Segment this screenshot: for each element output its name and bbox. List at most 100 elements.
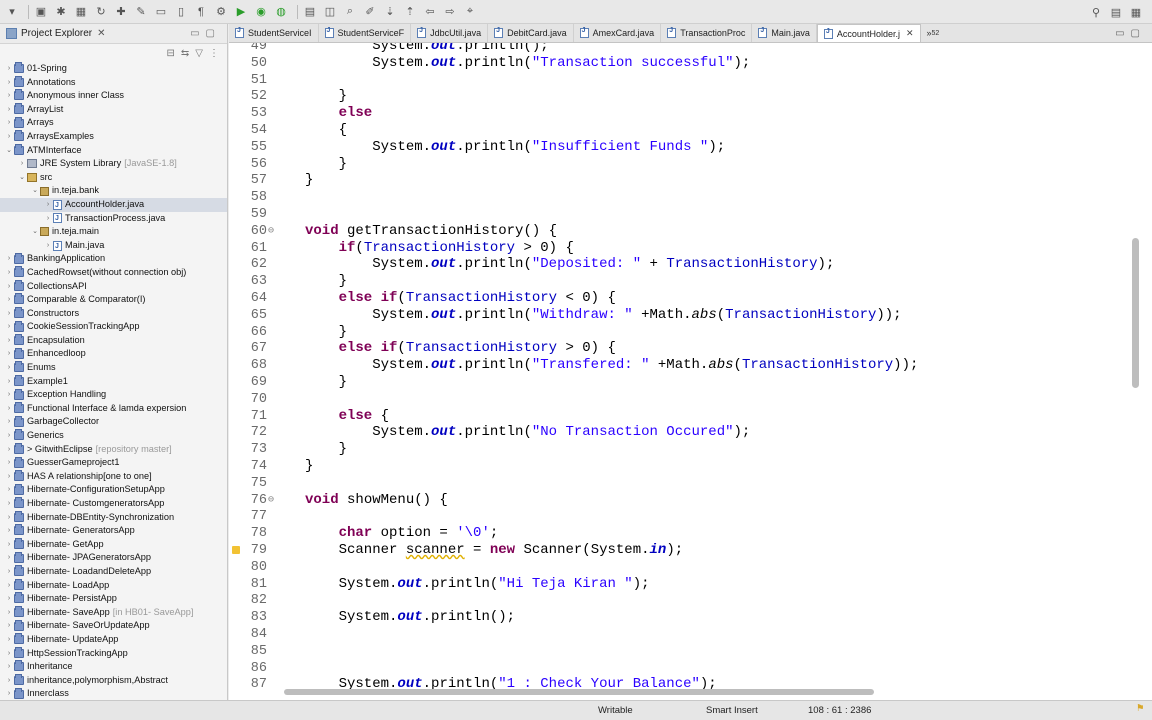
chevron-right-icon[interactable]: › <box>4 266 14 280</box>
tree-item[interactable]: › GarbageCollector <box>0 415 227 429</box>
view-window-controls[interactable]: ▭▢ <box>190 28 221 39</box>
tree-item[interactable]: › Hibernate- LoadandDeleteApp <box>0 565 227 579</box>
chevron-right-icon[interactable]: › <box>4 62 14 76</box>
code-line[interactable]: 70 <box>229 391 1129 408</box>
fold-toggle-icon[interactable]: ⊖ <box>268 223 274 240</box>
code-line[interactable]: 79 Scanner scanner = new Scanner(System.… <box>229 542 1129 559</box>
java-perspective-icon[interactable]: ▦ <box>1128 4 1144 20</box>
code-line[interactable]: 64 else if(TransactionHistory < 0) { <box>229 290 1129 307</box>
code-line[interactable]: 82 <box>229 592 1129 609</box>
debug-icon[interactable]: ✚ <box>113 4 129 20</box>
perspective-icon[interactable]: ▤ <box>1108 4 1124 20</box>
chevron-right-icon[interactable]: › <box>4 470 14 484</box>
tree-item[interactable]: › inheritance,polymorphism,Abstract <box>0 674 227 688</box>
chevron-right-icon[interactable]: › <box>4 633 14 647</box>
chevron-right-icon[interactable]: › <box>4 443 14 457</box>
tree-item[interactable]: › 01-Spring <box>0 62 227 76</box>
code-line[interactable]: 83 System.out.println(); <box>229 609 1129 626</box>
chevron-right-icon[interactable]: › <box>4 76 14 90</box>
chevron-right-icon[interactable]: › <box>4 307 14 321</box>
code-line[interactable]: 86 <box>229 660 1129 677</box>
chevron-right-icon[interactable]: › <box>43 198 53 212</box>
tree-item[interactable]: › Anonymous inner Class <box>0 89 227 103</box>
code-line[interactable]: 49 System.out.println(); <box>229 43 1129 55</box>
tree-item[interactable]: › AccountHolder.java <box>0 197 227 212</box>
code-line[interactable]: 62 System.out.println("Deposited: " + Tr… <box>229 256 1129 273</box>
code-line[interactable]: 65 System.out.println("Withdraw: " +Math… <box>229 307 1129 324</box>
menu-icon[interactable]: ▾ <box>4 4 20 20</box>
code-line[interactable]: 69 } <box>229 374 1129 391</box>
fold-toggle-icon[interactable]: ⊖ <box>268 492 274 509</box>
editor-tab[interactable]: TransactionProc <box>661 24 753 42</box>
chevron-right-icon[interactable]: › <box>4 252 14 266</box>
filter-icon[interactable]: ▽ <box>195 48 203 59</box>
run-icon[interactable]: ▶ <box>233 4 249 20</box>
chevron-right-icon[interactable]: › <box>4 660 14 674</box>
tree-item[interactable]: › Enhancedloop <box>0 347 227 361</box>
chevron-down-icon[interactable]: ⌄ <box>17 171 27 185</box>
tree-item[interactable]: › Innerclass <box>0 687 227 700</box>
tree-item[interactable]: › Hibernate- GeneratorsApp <box>0 524 227 538</box>
tree-item[interactable]: › Hibernate- CustomgeneratorsApp <box>0 497 227 511</box>
editor-tab[interactable]: AmexCard.java <box>574 24 662 42</box>
debug-run-icon[interactable]: ⚙ <box>213 4 229 20</box>
pilcrow-icon[interactable]: ¶ <box>193 4 209 20</box>
tree-item[interactable]: ⌄ src <box>0 171 227 185</box>
editor-tab[interactable]: JdbcUtil.java <box>411 24 489 42</box>
chevron-right-icon[interactable]: › <box>4 280 14 294</box>
chevron-right-icon[interactable]: › <box>4 361 14 375</box>
new-package-icon[interactable]: ▤ <box>302 4 318 20</box>
vertical-scrollbar[interactable] <box>1132 238 1139 388</box>
chevron-right-icon[interactable]: › <box>4 497 14 511</box>
chevron-right-icon[interactable]: › <box>4 103 14 117</box>
view-menu-icon[interactable]: ⋮ <box>209 48 219 59</box>
next-annotation-icon[interactable]: ⇣ <box>382 4 398 20</box>
code-line[interactable]: 85 <box>229 643 1129 660</box>
code-line[interactable]: 68 System.out.println("Transfered: " +Ma… <box>229 357 1129 374</box>
tool-icon[interactable]: ✎ <box>133 4 149 20</box>
chevron-right-icon[interactable]: › <box>4 592 14 606</box>
chevron-down-icon[interactable]: ⌄ <box>4 144 14 158</box>
tree-item[interactable]: ⌄ in.teja.main <box>0 225 227 239</box>
tree-item[interactable]: › Hibernate- JPAGeneratorsApp <box>0 551 227 565</box>
code-line[interactable]: 55 System.out.println("Insufficient Fund… <box>229 139 1129 156</box>
chevron-right-icon[interactable]: › <box>4 551 14 565</box>
chevron-right-icon[interactable]: › <box>4 388 14 402</box>
chevron-right-icon[interactable]: › <box>4 579 14 593</box>
code-line[interactable]: 80 <box>229 559 1129 576</box>
pin-icon[interactable]: ⌖ <box>462 4 478 20</box>
project-explorer-tab[interactable]: Project Explorer ✕ ▭▢ <box>0 24 227 44</box>
tree-item[interactable]: › Comparable & Comparator(I) <box>0 293 227 307</box>
horizontal-scrollbar[interactable] <box>284 689 874 695</box>
tree-item[interactable]: › Hibernate- SaveOrUpdateApp <box>0 619 227 633</box>
search-tool-icon[interactable]: ⌕ <box>342 4 358 20</box>
tree-item[interactable]: › Generics <box>0 429 227 443</box>
close-icon[interactable]: ✕ <box>97 28 105 39</box>
chevron-right-icon[interactable]: › <box>4 483 14 497</box>
open-type-icon[interactable]: ◫ <box>322 4 338 20</box>
chevron-right-icon[interactable]: › <box>4 456 14 470</box>
code-line[interactable]: 74} <box>229 458 1129 475</box>
tree-item[interactable]: › Functional Interface & lamda expersion <box>0 402 227 416</box>
coverage-icon[interactable]: ◉ <box>253 4 269 20</box>
editor-tab[interactable]: AccountHolder.j ✕ <box>816 24 921 42</box>
chevron-right-icon[interactable]: › <box>4 687 14 700</box>
tree-item[interactable]: › Enums <box>0 361 227 375</box>
chevron-down-icon[interactable]: ⌄ <box>30 225 40 239</box>
chevron-right-icon[interactable]: › <box>4 293 14 307</box>
tree-item[interactable]: ⌄ in.teja.bank <box>0 184 227 198</box>
chevron-right-icon[interactable]: › <box>4 320 14 334</box>
tree-item[interactable]: › Encapsulation <box>0 334 227 348</box>
tree-item[interactable]: › Arrays <box>0 116 227 130</box>
tab-overflow-button[interactable]: » 52 <box>921 24 946 42</box>
refresh-icon[interactable]: ↻ <box>93 4 109 20</box>
forward-icon[interactable]: ⇨ <box>442 4 458 20</box>
tree-item[interactable]: › HAS A relationship[one to one] <box>0 470 227 484</box>
tree-item[interactable]: › > GitwithEclipse [repository master] <box>0 442 227 457</box>
chevron-right-icon[interactable]: › <box>4 347 14 361</box>
tree-item[interactable]: › Example1 <box>0 374 227 389</box>
chevron-right-icon[interactable]: › <box>4 511 14 525</box>
chevron-right-icon[interactable]: › <box>4 565 14 579</box>
code-line[interactable]: 81 System.out.println("Hi Teja Kiran "); <box>229 576 1129 593</box>
code-line[interactable]: 51 <box>229 72 1129 89</box>
